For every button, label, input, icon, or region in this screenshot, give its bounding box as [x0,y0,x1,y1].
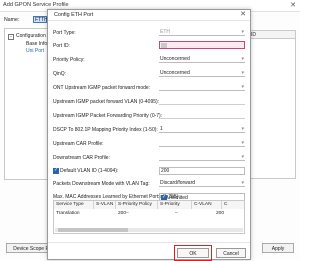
downstream-tag-mode-value: Discard/forward [160,180,196,186]
name-input[interactable]: FTTH [33,16,48,23]
igmp-vlan-input[interactable] [159,98,245,105]
port-type-value: ETH [160,29,170,35]
text-cursor [161,43,167,48]
chevron-down-icon: ▾ [241,56,244,62]
default-vlan-input[interactable]: 200 [159,167,245,175]
dscp-mapping-value: 1 [160,126,163,132]
ont-igmp-mode-select[interactable]: ▾ [159,84,245,91]
default-vlan-checkbox[interactable] [53,167,59,174]
config-eth-port-dialog: Config ETH Port ✕ Port Type: ETH ▾ Port … [47,9,251,261]
qinq-label: QinQ: [53,71,67,77]
dialog-footer-divider [48,242,250,243]
chevron-down-icon: ▾ [241,180,244,186]
table-cell-c-vlan[interactable]: 200 [214,210,224,217]
chevron-down-icon: ▾ [241,154,244,160]
name-label: Name: [4,17,20,23]
dscp-mapping-select[interactable]: 1 ▾ [159,126,245,133]
priority-policy-label: Priority Policy: [53,57,85,63]
downstream-car-label: Downstream CAR Profile: [53,155,110,161]
port-type-label: Port Type: [53,30,76,36]
igmp-vlan-label: Upstream IGMP packet forward VLAN (0-409… [53,99,160,105]
background-close-icon[interactable]: ✕ [290,1,296,9]
priority-policy-select[interactable]: Unconcerned ▾ [159,56,245,63]
downstream-tag-mode-select[interactable]: Discard/forward ▾ [159,180,245,187]
table-header-service-type[interactable]: Service Type [54,201,94,209]
table-header-s-vlan[interactable]: S-VLAN [94,201,116,209]
table-cell-s-priority[interactable]: – [173,210,178,217]
tree-item-configuration[interactable]: Configuration [16,33,46,39]
table-header-s-priority-policy[interactable]: S-Priority Policy [116,201,158,209]
chevron-down-icon: ▾ [241,29,244,35]
chevron-down-icon: ▾ [241,140,244,146]
right-table-header-id[interactable]: ID [246,30,296,39]
priority-policy-value: Unconcerned [160,56,190,62]
background-window-title: Add GPON Service Profile [3,2,69,8]
upstream-car-select[interactable]: ▾ [159,140,245,147]
default-vlan-label: Default VLAN ID (1-4094): [60,168,119,174]
tree-item-uni-port[interactable]: Uni Port [26,48,44,54]
cancel-button[interactable]: Cancel [216,248,246,258]
table-cell-service-type[interactable]: Translation [54,210,80,217]
service-table: Service Type S-VLAN S-Priority Policy S-… [53,200,245,234]
tree-collapse-icon[interactable]: − [8,34,14,40]
apply-button[interactable]: Apply [262,243,294,253]
qinq-value: Unconcerned [160,70,190,76]
port-type-select: ETH ▾ [159,29,245,36]
chevron-down-icon: ▾ [241,70,244,76]
table-header-s-priority[interactable]: S-Priority [158,201,192,209]
ok-button[interactable]: OK [177,248,209,258]
qinq-select[interactable]: Unconcerned ▾ [159,70,245,77]
table-header-c-vlan[interactable]: C-VLAN [192,201,222,209]
table-cell-s-priority-policy[interactable]: – [124,210,129,217]
upstream-car-label: Upstream CAR Profile: [53,141,104,147]
right-table-body [246,39,296,179]
dialog-titlebar: Config ETH Port ✕ [48,10,250,21]
dscp-mapping-label: DSCP To 802.1P Mapping Priority Index (1… [53,127,158,133]
dialog-title: Config ETH Port [54,12,94,18]
igmp-priority-label: Upstream IGMP Packet Forwarding Priority… [53,113,163,119]
chevron-down-icon: ▾ [241,84,244,90]
igmp-priority-input[interactable] [159,112,245,119]
downstream-tag-mode-label: Packets Downstream Mode with VLAN Tag: [53,181,150,187]
chevron-down-icon: ▾ [241,126,244,132]
ont-igmp-mode-label: ONT Upstream IGMP packet forward mode: [53,85,151,91]
table-header-c[interactable]: C [222,201,244,209]
tree-item-base-info[interactable]: Base Info [26,41,47,47]
downstream-car-select[interactable]: ▾ [159,154,245,161]
port-id-label: Port ID: [53,43,70,49]
port-id-input[interactable] [159,41,245,49]
table-horizontal-scrollbar[interactable] [55,228,243,232]
scrollbar-thumb[interactable] [58,228,128,232]
dialog-close-icon[interactable]: ✕ [240,10,246,18]
